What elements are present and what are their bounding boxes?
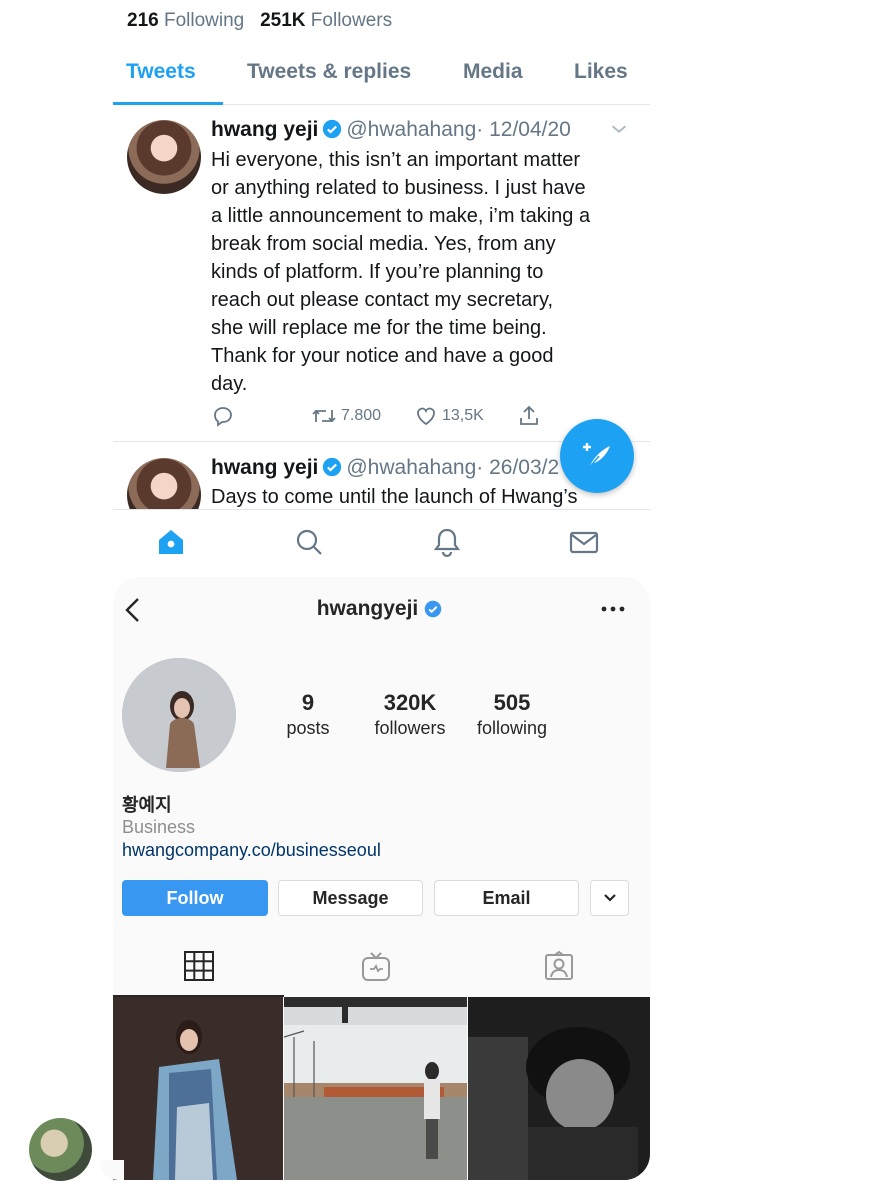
tweet-header: hwang yeji @hwahahang· 12/04/20 (211, 118, 571, 142)
share-icon (520, 405, 538, 425)
ig-post-grid (113, 997, 650, 1180)
stat-label: followers (374, 718, 446, 738)
ig-bio-name: 황예지 (122, 795, 172, 815)
like-button[interactable]: 13,5K (414, 404, 484, 428)
follow-stats: 216 Following 251K Followers (127, 10, 392, 32)
stat-value: 9 (301, 690, 315, 715)
post-thumbnail[interactable] (468, 997, 650, 1180)
twitter-profile-panel: 216 Following 251K Followers Tweets Twee… (113, 0, 650, 577)
chat-sender-avatar[interactable] (29, 1118, 92, 1181)
tweet-handle[interactable]: @hwahahang (346, 118, 476, 141)
heart-icon (417, 407, 435, 426)
tab-media[interactable]: Media (463, 60, 523, 84)
chevron-down-icon (603, 894, 616, 902)
retweet-count: 7.800 (341, 407, 382, 424)
tweet-actions: 7.800 13,5K (211, 404, 631, 432)
reply-icon (214, 407, 232, 427)
tweet-line: a little announcement to make, i’m takin… (211, 205, 591, 227)
tweet-line: day. (211, 373, 248, 395)
tagged-icon (544, 950, 573, 980)
compose-tweet-button[interactable] (560, 419, 634, 493)
post-image (468, 997, 650, 1180)
verified-badge-icon (323, 457, 342, 477)
home-icon[interactable] (155, 526, 187, 558)
ig-stat-posts[interactable]: 9 posts (258, 690, 358, 739)
stat-label: posts (286, 718, 330, 738)
active-tab-indicator (113, 102, 223, 105)
tab-likes[interactable]: Likes (574, 60, 628, 84)
stat-label: following (476, 718, 548, 738)
tweet-text: Days to come until the launch of Hwang’s (211, 483, 631, 511)
ig-content-tabs (113, 935, 650, 997)
tweet-line: or anything related to business. I just … (211, 177, 586, 199)
tweet-line: kinds of platform. If you’re planning to (211, 261, 544, 283)
search-icon[interactable] (293, 526, 325, 558)
verified-badge-icon (425, 600, 442, 618)
suggestions-dropdown-button[interactable] (590, 880, 629, 916)
ig-username-title: hwangyeji (113, 597, 650, 621)
tab-tweets[interactable]: Tweets (126, 60, 196, 84)
ig-stat-followers[interactable]: 320K followers (360, 690, 460, 739)
share-button[interactable] (517, 404, 541, 428)
bottom-navigation (113, 509, 650, 577)
tweet-date: · 12/04/20 (476, 118, 571, 141)
followers-label[interactable]: Followers (311, 10, 392, 31)
tweet-line: Hi everyone, this isn’t an important mat… (211, 149, 581, 171)
tab-tweets-replies[interactable]: Tweets & replies (247, 60, 411, 84)
tweet-avatar[interactable] (127, 120, 201, 194)
follow-button[interactable]: Follow (122, 880, 268, 916)
message-button[interactable]: Message (278, 880, 423, 916)
grid-icon (183, 951, 214, 981)
compose-feather-icon (583, 443, 610, 469)
ig-bio-link[interactable]: hwangcompany.co/businesseoul (122, 840, 381, 861)
tweet-line: reach out please contact my secretary, (211, 289, 554, 311)
more-options-icon[interactable] (600, 599, 626, 619)
ig-bio-category: Business (122, 817, 196, 837)
profile-tabs: Tweets Tweets & replies Media Likes (113, 46, 650, 105)
like-count: 13,5K (442, 407, 484, 424)
followers-count[interactable]: 251K (260, 10, 305, 31)
tab-grid[interactable] (113, 935, 284, 997)
tweet-handle[interactable]: @hwahahang (346, 456, 476, 479)
tweet-header: hwang yeji @hwahahang· 26/03/2 (211, 456, 559, 480)
profile-photo (122, 658, 236, 772)
tweet-line: Thank for your notice and have a good (211, 345, 554, 367)
ig-header: hwangyeji (113, 577, 650, 639)
tweet-author-name[interactable]: hwang yeji (211, 118, 318, 141)
chevron-down-icon[interactable] (608, 118, 630, 140)
bell-icon[interactable] (431, 526, 463, 558)
ig-stat-following[interactable]: 505 following (462, 690, 562, 739)
tab-igtv[interactable] (284, 935, 467, 997)
mail-icon[interactable] (568, 526, 600, 558)
email-button[interactable]: Email (434, 880, 579, 916)
ig-username: hwangyeji (316, 597, 419, 620)
tweet-text: Hi everyone, this isn’t an important mat… (211, 146, 631, 398)
tweet-line: she will replace me for the time being. (211, 317, 547, 339)
ig-profile-avatar[interactable] (122, 658, 236, 772)
post-thumbnail[interactable] (113, 997, 283, 1180)
chat-bubble-tail (100, 1160, 124, 1180)
tab-tagged[interactable] (467, 935, 650, 997)
post-image (284, 997, 467, 1180)
retweet-button[interactable]: 7.800 (311, 404, 381, 428)
tweet-line: break from social media. Yes, from any (211, 233, 556, 255)
tweet-line: Days to come until the launch of Hwang’s (211, 486, 578, 508)
reply-button[interactable] (211, 404, 235, 428)
post-image (113, 997, 283, 1180)
tweet-date: · 26/03/2 (476, 456, 560, 479)
igtv-icon (361, 952, 390, 981)
following-label[interactable]: Following (164, 10, 244, 31)
post-thumbnail[interactable] (284, 997, 467, 1180)
stat-value: 505 (493, 690, 531, 715)
retweet-icon (312, 409, 336, 423)
stat-value: 320K (383, 690, 437, 715)
following-count[interactable]: 216 (127, 10, 159, 31)
instagram-profile-panel: hwangyeji 9 posts 320K followers 505 fol… (113, 577, 650, 1180)
verified-badge-icon (323, 119, 342, 139)
tweet-author-name[interactable]: hwang yeji (211, 456, 318, 479)
